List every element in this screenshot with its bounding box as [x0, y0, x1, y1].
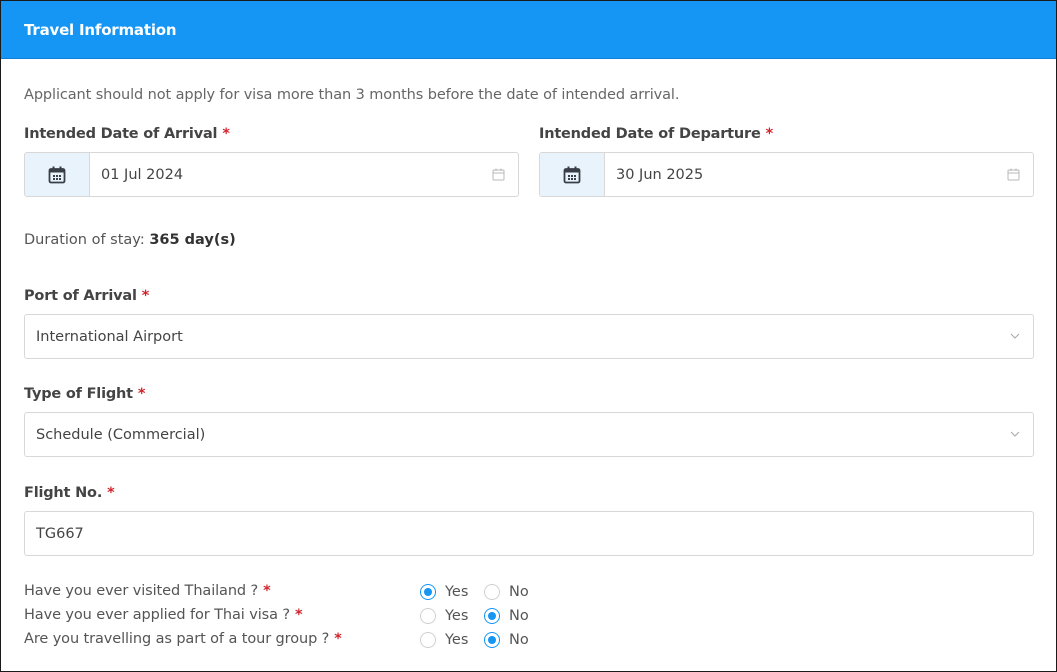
radio-selected[interactable]: [420, 584, 436, 600]
arrival-date-label: Intended Date of Arrival *: [24, 126, 230, 142]
applied-thai-visa-yes-option[interactable]: Yes: [420, 608, 468, 624]
port-of-arrival-label: Port of Arrival *: [24, 288, 149, 304]
calendar-icon: [48, 166, 66, 183]
flight-no-label-text: Flight No.: [24, 485, 103, 501]
arrival-date-field[interactable]: 01 Jul 2024: [24, 152, 519, 197]
duration-label: Duration of stay:: [24, 232, 145, 248]
port-of-arrival-label-text: Port of Arrival: [24, 288, 137, 304]
option-label: No: [509, 584, 529, 600]
flight-no-label: Flight No. *: [24, 485, 115, 501]
arrival-date-picker-toggle[interactable]: [478, 153, 518, 196]
radio-unselected[interactable]: [420, 608, 436, 624]
arrival-date-input[interactable]: 01 Jul 2024: [90, 153, 478, 196]
arrival-calendar-button[interactable]: [25, 153, 90, 196]
required-marker: *: [295, 607, 303, 623]
question-text: Have you ever visited Thailand ?: [24, 583, 259, 599]
radio-selected[interactable]: [484, 632, 500, 648]
duration-of-stay: Duration of stay: 365 day(s): [24, 232, 236, 248]
option-label: No: [509, 632, 529, 648]
duration-value: 365 day(s): [149, 232, 236, 248]
required-marker: *: [137, 386, 146, 402]
radio-selected[interactable]: [484, 608, 500, 624]
calendar-outline-icon: [492, 168, 504, 181]
question-tour-group: Are you travelling as part of a tour gro…: [24, 631, 342, 647]
option-label: Yes: [445, 584, 469, 600]
flight-no-value: TG667: [36, 525, 84, 542]
arrival-date-label-text: Intended Date of Arrival: [24, 126, 218, 142]
departure-date-label: Intended Date of Departure *: [539, 126, 773, 142]
applied-thai-visa-no-option[interactable]: No: [484, 608, 529, 624]
port-of-arrival-value: International Airport: [36, 328, 183, 345]
radio-unselected[interactable]: [484, 584, 500, 600]
option-label: Yes: [445, 632, 469, 648]
question-visited-thailand: Have you ever visited Thailand ? *: [24, 583, 271, 599]
departure-date-input[interactable]: 30 Jun 2025: [605, 153, 993, 196]
option-label: Yes: [445, 608, 469, 624]
type-of-flight-value: Schedule (Commercial): [36, 426, 206, 443]
flight-no-input[interactable]: TG667: [24, 511, 1034, 556]
travel-information-panel: Travel Information Applicant should not …: [0, 0, 1057, 672]
visited-thailand-yes-option[interactable]: Yes: [420, 584, 468, 600]
tour-group-yes-option[interactable]: Yes: [420, 632, 468, 648]
question-text: Are you travelling as part of a tour gro…: [24, 631, 330, 647]
required-marker: *: [222, 126, 230, 142]
tour-group-no-option[interactable]: No: [484, 632, 529, 648]
required-marker: *: [141, 288, 150, 304]
type-of-flight-select[interactable]: Schedule (Commercial): [24, 412, 1034, 457]
visa-timing-note: Applicant should not apply for visa more…: [24, 87, 680, 103]
type-of-flight-label: Type of Flight *: [24, 386, 145, 402]
question-text: Have you ever applied for Thai visa ?: [24, 607, 291, 623]
visited-thailand-no-option[interactable]: No: [484, 584, 529, 600]
panel-title: Travel Information: [24, 20, 177, 39]
calendar-outline-icon: [1007, 168, 1019, 181]
departure-calendar-button[interactable]: [540, 153, 605, 196]
panel-header: Travel Information: [1, 1, 1056, 59]
required-marker: *: [334, 631, 342, 647]
port-of-arrival-select[interactable]: International Airport: [24, 314, 1034, 359]
required-marker: *: [765, 126, 774, 142]
calendar-icon: [563, 166, 581, 183]
radio-unselected[interactable]: [420, 632, 436, 648]
required-marker: *: [263, 583, 271, 599]
type-of-flight-label-text: Type of Flight: [24, 386, 133, 402]
option-label: No: [509, 608, 529, 624]
departure-date-label-text: Intended Date of Departure: [539, 126, 761, 142]
chevron-down-icon: [1010, 431, 1020, 437]
departure-date-picker-toggle[interactable]: [993, 153, 1033, 196]
required-marker: *: [107, 485, 115, 501]
question-applied-thai-visa: Have you ever applied for Thai visa ? *: [24, 607, 303, 623]
chevron-down-icon: [1010, 333, 1020, 339]
departure-date-field[interactable]: 30 Jun 2025: [539, 152, 1034, 197]
